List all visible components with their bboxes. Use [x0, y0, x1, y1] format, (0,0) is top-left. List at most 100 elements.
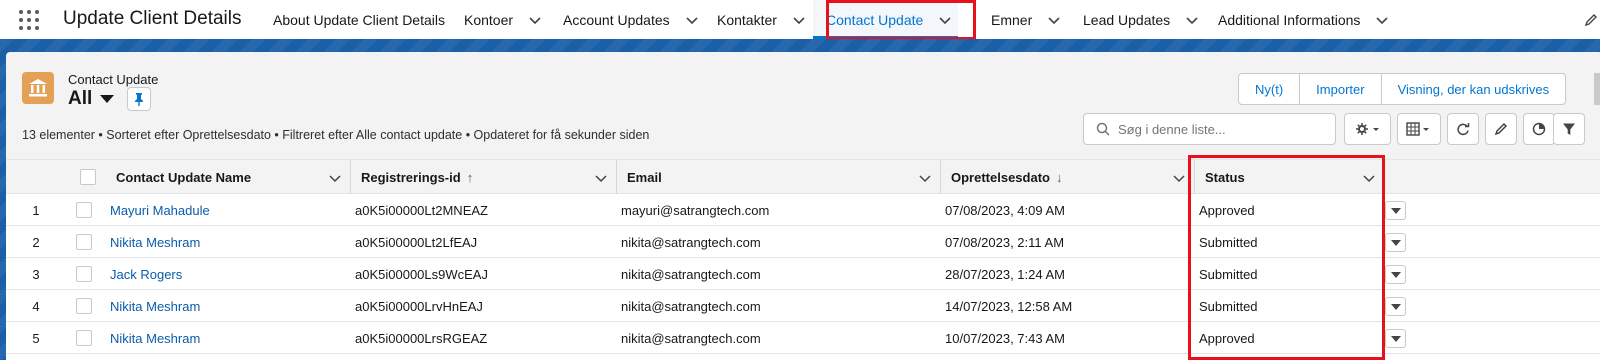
email-cell: nikita@satrangtech.com — [621, 330, 761, 346]
search-input[interactable] — [1118, 121, 1318, 137]
inline-edit-button[interactable] — [1485, 113, 1517, 145]
contact-update-name-link[interactable]: Nikita Meshram — [110, 322, 200, 354]
nav-item-lead-updates[interactable]: Lead Updates — [1083, 0, 1200, 39]
created-date-cell: 07/08/2023, 2:11 AM — [945, 234, 1065, 250]
nav-item-about[interactable]: About Update Client Details — [273, 0, 445, 39]
list-actions: Ny(t) Importer Visning, der kan udskrive… — [1238, 73, 1567, 105]
nav-item-label: Kontoer — [464, 11, 514, 28]
display-as-button[interactable] — [1397, 113, 1441, 145]
row-number: 4 — [32, 298, 40, 314]
contact-update-name-link[interactable]: Nikita Meshram — [110, 226, 200, 258]
reg-id-cell: a0K5i00000LrsRGEAZ — [355, 330, 488, 346]
caret-down-icon[interactable] — [100, 95, 115, 103]
overflow-edge — [1594, 73, 1600, 105]
row-actions-button[interactable] — [1385, 265, 1406, 284]
column-header-name[interactable]: Contact Update Name — [99, 160, 351, 194]
nav-item-label: Kontakter — [717, 11, 777, 28]
column-header-created[interactable]: Oprettelsesdato ↓ — [941, 160, 1195, 194]
nav-item-additional-informations[interactable]: Additional Informations — [1218, 0, 1390, 39]
row-checkbox[interactable] — [76, 202, 92, 218]
pin-icon — [135, 93, 143, 106]
column-header-label: Email — [627, 169, 662, 185]
sort-down-arrow-icon: ↓ — [1055, 169, 1063, 185]
table-row: 5 Nikita Meshram a0K5i00000LrsRGEAZ niki… — [6, 322, 1600, 354]
chevron-down-icon[interactable] — [791, 12, 807, 28]
nav-item-kontakter[interactable]: Kontakter — [717, 0, 807, 39]
row-checkbox[interactable] — [76, 234, 92, 250]
chevron-down-icon[interactable] — [1362, 171, 1376, 185]
caret-down-icon — [1390, 271, 1401, 278]
column-header-email[interactable]: Email — [617, 160, 941, 194]
chevron-down-icon[interactable] — [937, 12, 953, 28]
pencil-icon — [1494, 122, 1508, 136]
gear-icon — [1355, 123, 1379, 135]
new-button[interactable]: Ny(t) — [1239, 74, 1301, 104]
status-cell: Submitted — [1199, 266, 1258, 282]
email-cell: nikita@satrangtech.com — [621, 298, 761, 314]
app-launcher-icon[interactable] — [17, 8, 41, 32]
chevron-down-icon[interactable] — [1374, 12, 1390, 28]
nav-item-contact-update[interactable]: Contact Update — [813, 0, 958, 39]
chevron-down-icon[interactable] — [918, 171, 932, 185]
charts-button[interactable] — [1523, 113, 1555, 145]
chevron-down-icon[interactable] — [527, 12, 543, 28]
row-checkbox[interactable] — [76, 266, 92, 282]
nav-item-label: Lead Updates — [1083, 11, 1171, 28]
pin-button[interactable] — [127, 87, 151, 111]
email-cell: nikita@satrangtech.com — [621, 234, 761, 250]
row-number: 2 — [32, 234, 40, 250]
contact-update-name-link[interactable]: Nikita Meshram — [110, 290, 200, 322]
select-all-header — [70, 160, 99, 194]
refresh-button[interactable] — [1447, 113, 1479, 145]
row-select — [76, 290, 92, 322]
status-cell: Submitted — [1199, 234, 1258, 250]
list-summary: 13 elementer • Sorteret efter Oprettelse… — [22, 128, 650, 142]
filter-button[interactable] — [1553, 113, 1585, 145]
search-icon — [1096, 122, 1110, 136]
column-header-label: Oprettelsesdato — [951, 169, 1050, 185]
list-view-selector[interactable]: All — [68, 88, 115, 110]
row-actions-button[interactable] — [1385, 201, 1406, 220]
table-icon — [1406, 122, 1429, 136]
column-header-status[interactable]: Status — [1195, 160, 1385, 194]
chevron-down-icon[interactable] — [594, 171, 608, 185]
chevron-down-icon[interactable] — [328, 171, 342, 185]
printable-view-button[interactable]: Visning, der kan udskrives — [1382, 74, 1566, 104]
column-header-reg-id[interactable]: Registrerings-id ↑ — [351, 160, 617, 194]
row-actions-button[interactable] — [1385, 233, 1406, 252]
select-all-checkbox[interactable] — [80, 169, 96, 185]
nav-item-kontoer[interactable]: Kontoer — [464, 0, 543, 39]
chevron-down-icon[interactable] — [684, 12, 700, 28]
reg-id-cell: a0K5i00000Ls9WcEAJ — [355, 266, 488, 282]
import-button[interactable]: Importer — [1300, 74, 1382, 104]
nav-item-account-updates[interactable]: Account Updates — [563, 0, 700, 39]
refresh-icon — [1457, 123, 1470, 136]
row-actions-button[interactable] — [1385, 297, 1406, 316]
table-row: 1 Mayuri Mahadule a0K5i00000Lt2MNEAZ may… — [6, 194, 1600, 226]
row-checkbox[interactable] — [76, 298, 92, 314]
status-cell: Approved — [1199, 330, 1255, 346]
created-date-cell: 10/07/2023, 7:43 AM — [945, 330, 1065, 346]
created-date-cell: 07/08/2023, 4:09 AM — [945, 202, 1065, 218]
chevron-down-icon[interactable] — [1046, 12, 1062, 28]
contact-update-name-link[interactable]: Jack Rogers — [110, 258, 182, 290]
edit-nav-pencil-icon[interactable] — [1584, 13, 1598, 27]
reg-id-cell: a0K5i00000Lt2MNEAZ — [355, 202, 488, 218]
nav-item-label: About Update Client Details — [273, 11, 445, 28]
row-actions-button[interactable] — [1385, 329, 1406, 348]
email-cell: nikita@satrangtech.com — [621, 266, 761, 282]
list-settings-button[interactable] — [1344, 113, 1391, 145]
row-select — [76, 226, 92, 258]
chevron-down-icon[interactable] — [1172, 171, 1186, 185]
contact-update-name-link[interactable]: Mayuri Mahadule — [110, 194, 210, 226]
object-label: Contact Update — [68, 72, 159, 87]
chevron-down-icon[interactable] — [1184, 12, 1200, 28]
row-select — [76, 322, 92, 354]
row-checkbox[interactable] — [76, 330, 92, 346]
list-table: Contact Update Name Registrerings-id ↑ E… — [6, 159, 1600, 360]
app-name: Update Client Details — [63, 8, 242, 29]
nav-item-emner[interactable]: Emner — [991, 0, 1062, 39]
column-header-label: Contact Update Name — [116, 169, 252, 185]
created-date-cell: 28/07/2023, 1:24 AM — [945, 266, 1065, 282]
status-cell: Approved — [1199, 202, 1255, 218]
